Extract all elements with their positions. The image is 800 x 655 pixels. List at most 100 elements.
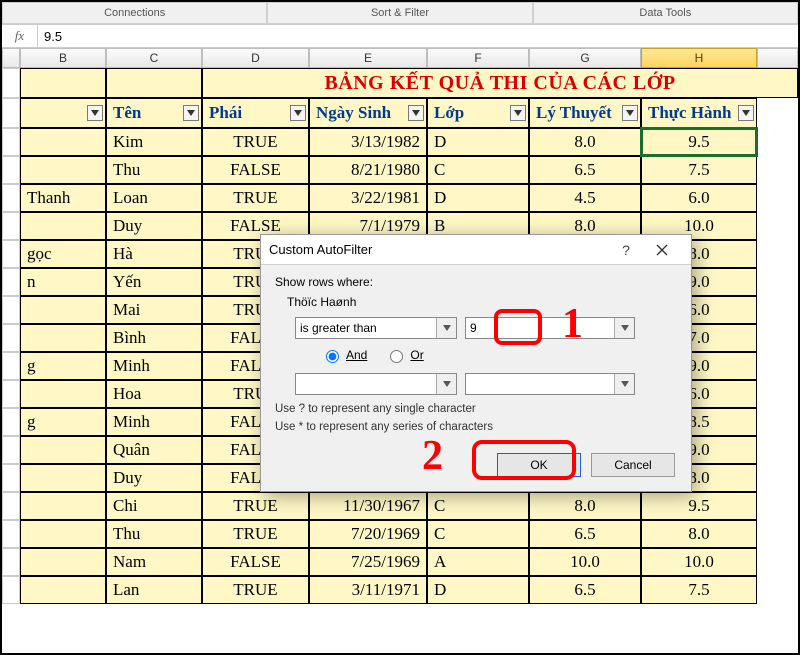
cell[interactable]: Nam (106, 548, 202, 576)
cell[interactable]: Duy (106, 464, 202, 492)
value1-combobox[interactable]: 9 (465, 317, 635, 339)
cell[interactable]: Quân (106, 436, 202, 464)
cell[interactable] (20, 212, 106, 240)
cell[interactable]: 7.5 (641, 156, 757, 184)
cell[interactable] (20, 576, 106, 604)
and-radio[interactable]: And (321, 347, 367, 363)
cell[interactable]: n (20, 268, 106, 296)
formula-input[interactable] (38, 25, 798, 47)
filter-dropdown-icon[interactable] (738, 105, 754, 121)
cell[interactable]: 8.0 (529, 492, 641, 520)
cell[interactable]: 8/21/1980 (309, 156, 427, 184)
cell[interactable]: FALSE (202, 548, 309, 576)
cell[interactable]: 6.5 (529, 520, 641, 548)
cell[interactable] (20, 464, 106, 492)
cell[interactable]: Chi (106, 492, 202, 520)
cell[interactable]: Minh (106, 408, 202, 436)
cell[interactable]: 7/20/1969 (309, 520, 427, 548)
cell[interactable] (106, 68, 202, 98)
cell[interactable]: Lan (106, 576, 202, 604)
cell[interactable]: C (427, 492, 529, 520)
cell[interactable]: 4.5 (529, 184, 641, 212)
cell[interactable]: TRUE (202, 128, 309, 156)
cell[interactable]: 6.5 (529, 156, 641, 184)
cell[interactable]: D (427, 128, 529, 156)
col-header-F[interactable]: F (427, 48, 529, 68)
ok-button[interactable]: OK (497, 453, 581, 477)
cell[interactable]: C (427, 156, 529, 184)
cell[interactable]: Bình (106, 324, 202, 352)
cell[interactable]: 6.5 (529, 576, 641, 604)
col-header-H[interactable]: H (641, 48, 757, 68)
filter-dropdown-icon[interactable] (622, 105, 638, 121)
cell[interactable]: D (427, 184, 529, 212)
and-radio-input[interactable] (326, 350, 339, 363)
cell[interactable]: TRUE (202, 492, 309, 520)
cell[interactable]: Thanh (20, 184, 106, 212)
cell[interactable] (20, 492, 106, 520)
cell[interactable]: 6.0 (641, 184, 757, 212)
filter-dropdown-icon[interactable] (510, 105, 526, 121)
cell[interactable]: g (20, 408, 106, 436)
cell[interactable]: TRUE (202, 576, 309, 604)
close-button[interactable] (641, 235, 683, 265)
cell[interactable]: A (427, 548, 529, 576)
operator1-select[interactable]: is greater than (295, 317, 457, 339)
cell[interactable] (20, 68, 106, 98)
cell[interactable]: Kim (106, 128, 202, 156)
cell[interactable]: Hoa (106, 380, 202, 408)
cell[interactable]: 8.0 (641, 520, 757, 548)
value2-combobox[interactable] (465, 373, 635, 395)
dialog-titlebar[interactable]: Custom AutoFilter ? (261, 235, 691, 265)
cell[interactable]: Thu (106, 520, 202, 548)
header-cell-lop[interactable]: Lớp (427, 98, 529, 128)
cell[interactable]: Yến (106, 268, 202, 296)
col-header-B[interactable]: B (20, 48, 106, 68)
cell[interactable]: 10.0 (641, 548, 757, 576)
header-cell-ten[interactable]: Tên (106, 98, 202, 128)
cell[interactable] (20, 156, 106, 184)
cell[interactable] (20, 324, 106, 352)
header-cell-phai[interactable]: Phái (202, 98, 309, 128)
cell[interactable]: 7/25/1969 (309, 548, 427, 576)
cell[interactable]: 9.5 (641, 492, 757, 520)
cell[interactable]: 3/22/1981 (309, 184, 427, 212)
cell[interactable] (20, 548, 106, 576)
cell[interactable]: 9.5 (641, 128, 757, 156)
header-cell-thuchanh[interactable]: Thực Hành (641, 98, 757, 128)
cell[interactable]: Loan (106, 184, 202, 212)
cell[interactable]: FALSE (202, 156, 309, 184)
cell[interactable]: g (20, 352, 106, 380)
or-radio-input[interactable] (390, 350, 403, 363)
header-cell-lythuyet[interactable]: Lý Thuyết (529, 98, 641, 128)
cell[interactable]: Hà (106, 240, 202, 268)
filter-dropdown-icon[interactable] (183, 105, 199, 121)
filter-dropdown-icon[interactable] (290, 105, 306, 121)
cell[interactable]: 10.0 (529, 548, 641, 576)
cell[interactable] (20, 380, 106, 408)
cell[interactable]: Thu (106, 156, 202, 184)
cancel-button[interactable]: Cancel (591, 453, 675, 477)
cell[interactable]: Mai (106, 296, 202, 324)
cell[interactable] (20, 128, 106, 156)
cell[interactable] (20, 520, 106, 548)
filter-dropdown-icon[interactable] (87, 105, 103, 121)
cell[interactable]: 3/11/1971 (309, 576, 427, 604)
help-button[interactable]: ? (611, 242, 641, 258)
col-header-D[interactable]: D (202, 48, 309, 68)
cell[interactable]: TRUE (202, 184, 309, 212)
col-header-C[interactable]: C (106, 48, 202, 68)
fx-icon[interactable]: fx (2, 25, 38, 47)
cell[interactable]: D (427, 576, 529, 604)
cell[interactable]: TRUE (202, 520, 309, 548)
or-radio[interactable]: Or (385, 347, 423, 363)
cell[interactable]: C (427, 520, 529, 548)
filter-dropdown-icon[interactable] (408, 105, 424, 121)
cell[interactable]: 3/13/1982 (309, 128, 427, 156)
operator2-select[interactable] (295, 373, 457, 395)
cell[interactable] (20, 296, 106, 324)
header-cell-ngaysinh[interactable]: Ngày Sinh (309, 98, 427, 128)
cell[interactable]: gọc (20, 240, 106, 268)
cell[interactable]: 11/30/1967 (309, 492, 427, 520)
cell[interactable] (20, 436, 106, 464)
